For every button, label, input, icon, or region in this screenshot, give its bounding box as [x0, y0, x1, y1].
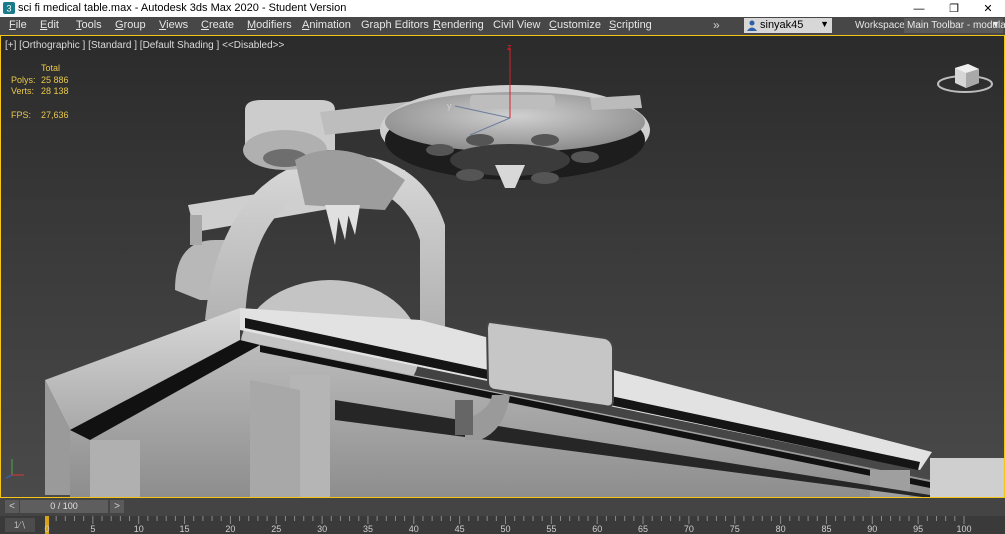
3dsmax-app-icon: 3 [3, 2, 15, 14]
menu-customize[interactable]: Customize [549, 19, 601, 31]
workspace-select[interactable]: Main Toolbar - modular ▼ [904, 18, 1005, 33]
verts-label: Verts: [11, 86, 35, 96]
menu-modifiers[interactable]: Modifiers [247, 19, 292, 31]
ruler-label: 65 [638, 524, 648, 534]
ruler-label: 0 [44, 524, 49, 534]
ruler-label: 5 [90, 524, 95, 534]
gizmo-z-label: z [507, 42, 512, 52]
stats-header: Total [41, 63, 61, 73]
menu-animation[interactable]: Animation [302, 19, 351, 31]
menu-edit[interactable]: Edit [40, 19, 59, 31]
user-icon [747, 20, 757, 31]
ruler-label: 45 [455, 524, 465, 534]
fps-value: 27,636 [41, 109, 69, 120]
track-bar[interactable]: 0 5 10 15 20 25 30 35 40 45 50 55 60 65 70 75 80 85 90 95 10… [0, 516, 1005, 534]
gizmo-y-label: y [447, 101, 452, 111]
ruler-label: 10 [134, 524, 144, 534]
time-slider-bar: < 0 / 100 > [0, 498, 1005, 516]
polys-label: Polys: [11, 74, 36, 85]
menu-views[interactable]: Views [159, 19, 188, 31]
viewcube-icon[interactable] [935, 58, 995, 96]
ruler-label: 15 [180, 524, 190, 534]
ruler-label: 60 [592, 524, 602, 534]
ruler-label: 100 [956, 524, 971, 534]
user-account-dropdown[interactable]: sinyak45 ▼ [744, 18, 832, 33]
axis-tripod-icon [5, 459, 24, 479]
menu-tools[interactable]: Tools [76, 19, 102, 31]
polys-value: 25 886 [41, 74, 69, 85]
menu-create[interactable]: Create [201, 19, 234, 31]
close-button[interactable]: ✕ [971, 0, 1005, 17]
menu-graph-editors[interactable]: Graph Editors [361, 19, 429, 31]
svg-text:3: 3 [6, 4, 11, 14]
ruler-label: 85 [821, 524, 831, 534]
ruler-label: 80 [776, 524, 786, 534]
ruler-label: 40 [409, 524, 419, 534]
previous-frame-button[interactable]: < [5, 500, 19, 513]
ruler-label: 75 [730, 524, 740, 534]
chevron-down-icon: ▼ [820, 19, 829, 29]
ruler-label: 20 [225, 524, 235, 534]
time-slider[interactable]: 0 / 100 [20, 500, 108, 513]
next-frame-button[interactable]: > [110, 500, 124, 513]
ruler-label: 25 [271, 524, 281, 534]
ruler-label: 95 [913, 524, 923, 534]
chevron-down-icon: ▼ [991, 19, 1000, 29]
ruler-label: 55 [546, 524, 556, 534]
viewport-label-menu[interactable]: [+] [Orthographic ] [Standard ] [Default… [5, 40, 284, 51]
ruler-label: 70 [684, 524, 694, 534]
fps-label: FPS: [11, 109, 32, 120]
title-bar: 3 sci fi medical table.max - Autodesk 3d… [0, 0, 1005, 17]
menu-scripting[interactable]: Scripting [609, 19, 652, 31]
window-title: sci fi medical table.max - Autodesk 3ds … [18, 2, 347, 14]
menu-rendering[interactable]: Rendering [433, 19, 484, 31]
menu-overflow-button[interactable]: » [713, 18, 720, 32]
scene-render [45, 48, 1005, 498]
mini-curve-editor-button[interactable]: 1∕∖ [5, 518, 35, 532]
verts-value: 28 138 [41, 86, 69, 96]
menu-bar: File Edit Tools Group Views Create Modif… [0, 17, 1005, 35]
username: sinyak45 [760, 19, 804, 31]
restore-button[interactable]: ❐ [937, 0, 971, 17]
viewport-statistics: Total Polys: 25 886 Verts: 28 138 FPS: 27,6… [11, 63, 69, 121]
menu-civil-view[interactable]: Civil View [493, 19, 540, 31]
orthographic-viewport[interactable]: z y [0, 35, 1005, 498]
frame-ruler[interactable]: 0 5 10 15 20 25 30 35 40 45 50 55 60 65 70 75 80 85 90 95 10… [0, 516, 1005, 534]
ruler-label: 90 [867, 524, 877, 534]
ruler-label: 30 [317, 524, 327, 534]
ruler-label: 35 [363, 524, 373, 534]
ruler-label: 50 [500, 524, 510, 534]
menu-group[interactable]: Group [115, 19, 146, 31]
minimize-button[interactable]: — [902, 0, 936, 17]
menu-file[interactable]: File [9, 19, 27, 31]
